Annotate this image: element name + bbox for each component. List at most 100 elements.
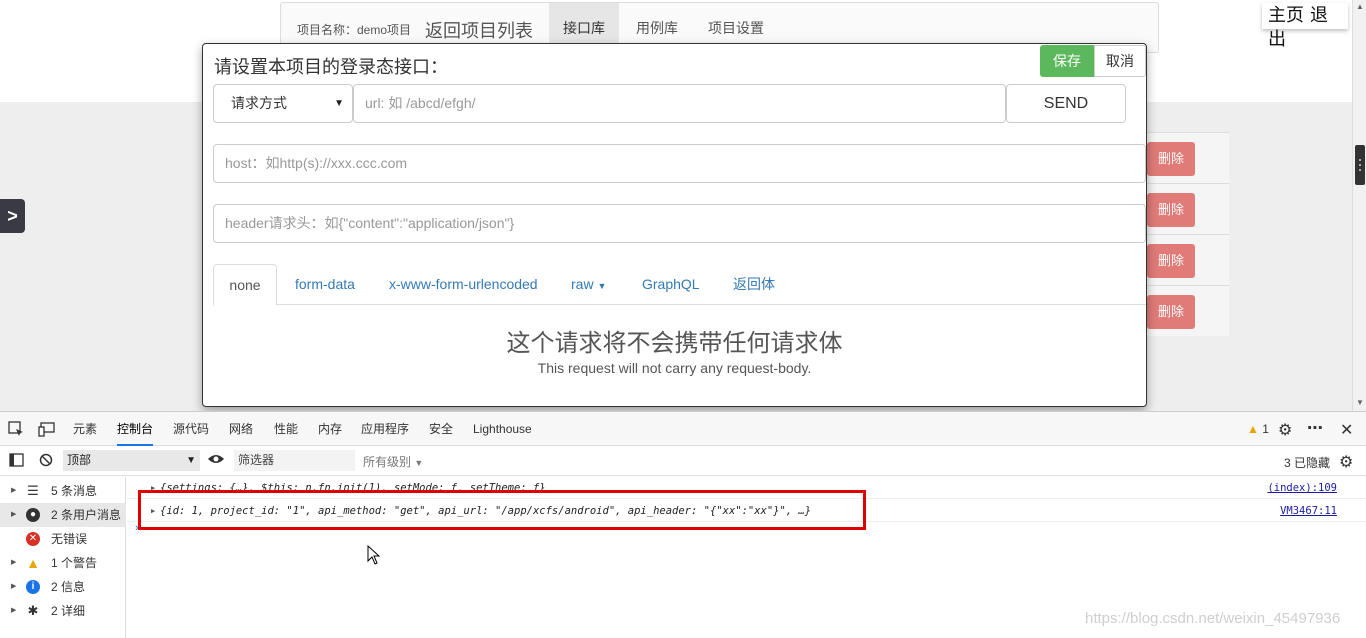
caret-down-icon: ▼: [597, 281, 607, 291]
chevron-down-icon: ▼: [414, 458, 424, 468]
page-scrollbar[interactable]: ▲ ▼: [1352, 0, 1366, 411]
tab-x-www-form-urlencoded[interactable]: x-www-form-urlencoded: [389, 264, 538, 305]
inspect-element-icon[interactable]: [8, 421, 24, 440]
list-icon: ☰: [27, 483, 39, 498]
request-method-select[interactable]: 请求方式 ▼: [213, 84, 353, 123]
table-row: 删除: [1147, 234, 1229, 285]
header-input[interactable]: header请求头：如{"content":"application/json"…: [213, 204, 1146, 243]
tab-sources[interactable]: 源代码: [173, 412, 209, 446]
host-input[interactable]: host：如http(s)://xxx.ccc.com: [213, 144, 1146, 183]
login-api-modal: 请设置本项目的登录态接口： 保存 取消 请求方式 ▼ url: 如 /abcd/…: [202, 43, 1147, 407]
scroll-up-icon[interactable]: ▲: [1353, 0, 1366, 14]
sidebar-toggle-button[interactable]: >: [0, 199, 25, 233]
context-select[interactable]: 顶部 ▼: [63, 450, 200, 471]
expand-icon: ▶: [11, 511, 17, 518]
no-body-message-en: This request will not carry any request-…: [537, 360, 812, 376]
tab-graphql[interactable]: GraphQL: [642, 264, 700, 305]
expand-icon: ▶: [11, 583, 17, 590]
table-row: 删除: [1147, 132, 1229, 183]
tab-security[interactable]: 安全: [429, 412, 453, 446]
api-table-background: 删除 删除 删除 删除: [1147, 132, 1229, 411]
sidebar-item-info[interactable]: ▶ i 2 信息: [0, 575, 126, 599]
clear-console-icon[interactable]: [39, 453, 53, 470]
modal-title: 请设置本项目的登录态接口：: [214, 57, 448, 77]
console-toolbar: 顶部 ▼ 筛选器 所有级别 ▼ 3 已隐藏 ⚙: [0, 446, 1366, 476]
browser-viewport: 项目名称：demo项目 返回项目列表 接口库 用例库 项目设置 主页 退出 > 删…: [0, 0, 1366, 411]
hidden-count: 3 已隐藏: [1284, 456, 1331, 470]
warning-count: 1: [1262, 422, 1269, 436]
warning-badge[interactable]: ▲ 1: [1247, 422, 1269, 436]
sidebar-item-label: 无错误: [51, 532, 88, 546]
scroll-down-icon[interactable]: ▼: [1353, 396, 1366, 410]
header-links: 主页 退出: [1262, 3, 1348, 49]
delete-button[interactable]: 删除: [1147, 142, 1195, 176]
sidebar-item-label: 1 个警告: [51, 556, 98, 570]
scrollbar-thumb[interactable]: [1355, 145, 1365, 185]
url-input[interactable]: url: 如 /abcd/efgh/: [353, 84, 1006, 123]
sidebar-item-label: 5 条消息: [51, 484, 98, 498]
more-options-icon[interactable]: ⋯: [1307, 418, 1323, 438]
eye-icon[interactable]: [207, 452, 225, 469]
close-icon[interactable]: ✕: [1340, 420, 1353, 440]
devtools-tabbar: 元素 控制台 源代码 网络 性能 内存 应用程序 安全 Lighthouse ▲…: [0, 412, 1366, 446]
bug-icon: ✱: [27, 603, 39, 618]
home-link[interactable]: 主页: [1268, 5, 1304, 25]
tab-performance[interactable]: 性能: [274, 412, 298, 446]
delete-button[interactable]: 删除: [1147, 193, 1195, 227]
save-button[interactable]: 保存: [1040, 45, 1094, 77]
console-sidebar: ▶ ☰ 5 条消息 ▶ ● 2 条用户消息 ✕ 无错误 ▶ ▲ 1 个警告 ▶ …: [0, 477, 126, 638]
tab-response-body[interactable]: 返回体: [733, 264, 775, 305]
cancel-button[interactable]: 取消: [1094, 45, 1146, 77]
watermark: https://blog.csdn.net/weixin_45497936: [1085, 610, 1341, 627]
sidebar-item-messages[interactable]: ▶ ☰ 5 条消息: [0, 479, 126, 503]
log-source-link[interactable]: VM3467:11: [1280, 500, 1337, 522]
delete-button[interactable]: 删除: [1147, 244, 1195, 278]
log-source-link[interactable]: (index):109: [1267, 477, 1337, 499]
table-row: 删除: [1147, 183, 1229, 234]
tab-lighthouse[interactable]: Lighthouse: [473, 412, 532, 446]
request-method-value: 请求方式: [231, 95, 287, 111]
tab-network[interactable]: 网络: [229, 412, 253, 446]
chevron-down-icon: ▼: [186, 455, 196, 466]
sidebar-item-label: 2 信息: [51, 580, 86, 594]
tab-application[interactable]: 应用程序: [361, 412, 409, 446]
tab-memory[interactable]: 内存: [318, 412, 342, 446]
chevron-down-icon: ▼: [334, 98, 344, 109]
project-name-label: 项目名称：demo项目: [297, 23, 412, 37]
device-toolbar-icon[interactable]: [38, 421, 56, 440]
filter-input[interactable]: 筛选器: [234, 450, 355, 471]
back-to-projects-link[interactable]: 返回项目列表: [425, 17, 533, 43]
log-levels-dropdown[interactable]: 所有级别 ▼: [363, 453, 423, 470]
tab-elements[interactable]: 元素: [73, 412, 97, 446]
user-icon: ●: [26, 508, 40, 522]
sidebar-toggle-icon[interactable]: [9, 453, 24, 470]
gear-icon[interactable]: ⚙: [1278, 420, 1292, 440]
highlight-box: [138, 490, 866, 530]
sidebar-item-label: 2 条用户消息: [51, 508, 122, 522]
tab-none[interactable]: none: [213, 264, 277, 306]
sidebar-item-errors[interactable]: ✕ 无错误: [0, 527, 126, 551]
sidebar-item-label: 2 详细: [51, 604, 86, 618]
tab-raw[interactable]: raw ▼: [571, 264, 606, 305]
console-settings-icon[interactable]: ⚙: [1339, 452, 1353, 472]
tab-raw-label: raw: [571, 276, 594, 292]
no-body-message-cn: 这个请求将不会携带任何请求体: [506, 330, 843, 357]
sidebar-item-verbose[interactable]: ▶ ✱ 2 详细: [0, 599, 126, 623]
sidebar-item-user-messages[interactable]: ▶ ● 2 条用户消息: [0, 503, 126, 527]
info-icon: i: [26, 580, 40, 594]
warning-icon: ▲: [26, 555, 40, 571]
tab-form-data[interactable]: form-data: [295, 264, 355, 305]
error-icon: ✕: [26, 532, 40, 546]
expand-icon: ▶: [11, 559, 17, 566]
tab-console[interactable]: 控制台: [117, 412, 154, 446]
delete-button[interactable]: 删除: [1147, 295, 1195, 329]
mouse-cursor-icon: [367, 544, 381, 570]
table-row: 删除: [1147, 285, 1229, 336]
expand-icon: ▶: [11, 607, 17, 614]
expand-icon: ▶: [11, 487, 17, 494]
log-levels-label: 所有级别: [363, 455, 412, 469]
send-button[interactable]: SEND: [1006, 84, 1126, 123]
warning-icon: ▲: [1247, 422, 1259, 436]
context-value: 顶部: [67, 453, 92, 467]
sidebar-item-warnings[interactable]: ▶ ▲ 1 个警告: [0, 551, 126, 575]
